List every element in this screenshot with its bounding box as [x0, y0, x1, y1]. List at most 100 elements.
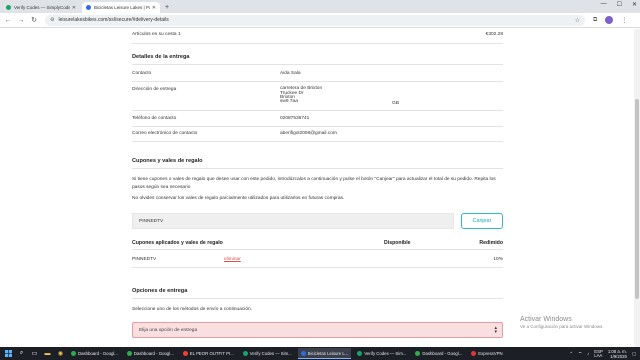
select-caret-icon: ▴ ▾: [494, 325, 497, 335]
network-icon[interactable]: ⌔: [578, 351, 582, 357]
input-language[interactable]: ESP LAA: [594, 349, 603, 358]
phone-value: 02087536741: [280, 116, 310, 121]
page-scrollbar[interactable]: [634, 29, 640, 347]
chrome-icon[interactable]: ◉: [56, 349, 65, 358]
browser-tab-verify-codes[interactable]: Verify Codes — SimplyCodes ✕: [2, 2, 80, 13]
clock[interactable]: 1:08 a. m. 1/9/2025: [608, 349, 627, 359]
divider: [132, 267, 503, 268]
remove-coupon-link[interactable]: eliminar: [224, 257, 241, 262]
task-view-icon[interactable]: ▭: [30, 349, 39, 358]
extensions-puzzle-icon[interactable]: ⧉: [593, 17, 597, 24]
profile-avatar[interactable]: [605, 16, 614, 24]
available-column-header: Disponible: [384, 240, 411, 246]
delivery-address-value: carretera de Brixton Truckee Dr Brixton …: [280, 86, 322, 104]
clock-date: 1/9/2025: [610, 353, 627, 359]
file-explorer-icon[interactable]: ▬: [43, 349, 52, 358]
coupon-code-input[interactable]: PINNEDTV: [132, 213, 454, 229]
task-label: Dashboard - Googl...: [78, 351, 118, 356]
minimize-icon[interactable]: —: [601, 1, 607, 8]
chrome-icon: [415, 351, 421, 356]
divider: [132, 64, 503, 65]
watermark-title: Activar Windows: [520, 316, 572, 323]
tab-title: Verify Codes — SimplyCodes: [14, 5, 70, 10]
divider: [132, 110, 503, 111]
volume-icon[interactable]: ♪: [587, 351, 589, 356]
coupons-heading: Cupones y vales de regalo: [132, 158, 203, 164]
coupons-note-text: No olvides conservar los vales de regalo…: [132, 196, 345, 201]
delivery-options-heading: Opciones de entrega: [132, 288, 188, 294]
task-label: EL PEOR OUTFIT PI...: [189, 351, 234, 356]
delivery-option-select[interactable]: Elija una opción de entrega ▴ ▾: [132, 322, 503, 338]
divider: [132, 141, 503, 142]
email-value: aberifigol2008@gmail.com: [280, 131, 337, 136]
browser-tabstrip: Verify Codes — SimplyCodes ✕ Bicicletas …: [0, 0, 640, 13]
chrome-icon: [182, 351, 188, 356]
reload-icon[interactable]: ↻: [29, 16, 39, 24]
task-label: Dashboard - Googl...: [422, 351, 463, 356]
notifications-icon[interactable]: ▢: [632, 351, 636, 357]
divider: [132, 43, 503, 44]
taskbar-task[interactable]: Dashboard - Googl...: [68, 348, 121, 359]
close-window-icon[interactable]: ✕: [632, 1, 637, 8]
taskbar-task[interactable]: Dashboard - Googl...: [412, 348, 465, 359]
redeemed-column-header: Redimido: [479, 240, 503, 246]
chrome-icon: [71, 351, 76, 356]
coupons-intro-text: Si tiene cupones o vales de regalo que d…: [132, 177, 496, 190]
applied-coupons-header: Cupones aplicados y vales de regalo: [132, 240, 223, 246]
task-label: Dashboard - Googl...: [133, 351, 174, 356]
email-label: Correo electrónico de contacto: [132, 131, 198, 136]
delivery-option-placeholder: Elija una opción de entrega: [139, 327, 198, 333]
divider: [132, 298, 503, 299]
redeem-coupon-button[interactable]: Canjear: [461, 213, 503, 229]
task-label: Bicicletas Leisure L...: [307, 350, 349, 356]
basket-total: €302.28: [485, 32, 503, 37]
taskbar-task[interactable]: Dashboard - Googl...: [124, 348, 177, 359]
clock-time: 1:08 a. m.: [607, 348, 627, 354]
divider: [132, 126, 503, 127]
new-tab-button[interactable]: +: [165, 4, 169, 11]
expressvpn-icon: [471, 351, 477, 356]
browser-toolbar: ← → ↻ ⚙ leisurelakesbikes.com/ssl/secure…: [0, 13, 640, 28]
forward-arrow-icon[interactable]: →: [16, 17, 26, 24]
task-label: Verify Codes — Sim...: [364, 351, 407, 356]
scrollbar-thumb[interactable]: [635, 99, 639, 299]
divider: [132, 249, 503, 250]
taskbar-task[interactable]: ExpressVPN: [468, 348, 505, 359]
delivery-address-label: Dirección de entrega: [132, 87, 177, 92]
taskbar-task[interactable]: Verify Codes — Sim...: [354, 348, 409, 359]
chrome-icon: [357, 351, 363, 356]
items-in-basket-count: 1: [178, 32, 181, 37]
taskbar-task[interactable]: Verify Codes — Sim...: [240, 348, 295, 359]
contact-value: Aida Sala: [280, 71, 301, 76]
menu-kebab-icon[interactable]: ⋮: [621, 17, 627, 24]
checkout-page: Artículos en su cesta 1 €302.28 Detalles…: [0, 29, 634, 347]
taskbar-task-active[interactable]: Bicicletas Leisure L...: [297, 348, 352, 359]
bookmark-star-icon[interactable]: ☆: [575, 17, 580, 24]
address-bar[interactable]: ⚙ leisurelakesbikes.com/ssl/secure/#deli…: [45, 14, 585, 26]
contact-label: Contacto: [132, 71, 152, 76]
task-label: Verify Codes — Sim...: [249, 351, 292, 356]
site-info-icon[interactable]: ⚙: [50, 17, 54, 23]
leisure-lakes-favicon-icon: [86, 5, 91, 10]
simplycodes-favicon-icon: [6, 5, 11, 10]
toolbar-actions: ⧉ ⋮: [593, 16, 627, 24]
close-tab-icon[interactable]: ✕: [72, 5, 76, 11]
divider: [132, 81, 503, 82]
task-label: ExpressVPN: [478, 351, 503, 356]
taskbar-task[interactable]: EL PEOR OUTFIT PI...: [180, 348, 237, 359]
phone-label: Teléfono de contacto: [132, 116, 177, 121]
watermark-subtitle: Ve a Configuración para activar Windows.: [520, 324, 604, 329]
search-icon[interactable]: ⌕: [17, 349, 26, 358]
windows-start-icon[interactable]: [4, 349, 13, 358]
back-arrow-icon[interactable]: ←: [3, 17, 13, 24]
chrome-icon: [126, 351, 132, 356]
address-line: sw9 7aa: [280, 98, 298, 104]
tray-chevron-icon[interactable]: ⌃: [569, 351, 573, 357]
maximize-icon[interactable]: ☐: [617, 1, 622, 8]
applied-coupon-redeemed: 10%: [493, 257, 503, 262]
browser-tab-leisure-lakes[interactable]: Bicicletas Leisure Lakes | Pagar ✕: [82, 2, 160, 13]
chrome-icon: [300, 350, 306, 356]
close-tab-icon[interactable]: ✕: [152, 5, 156, 11]
address-country: GB: [392, 101, 399, 106]
window-controls: — ☐ ✕: [601, 1, 637, 8]
